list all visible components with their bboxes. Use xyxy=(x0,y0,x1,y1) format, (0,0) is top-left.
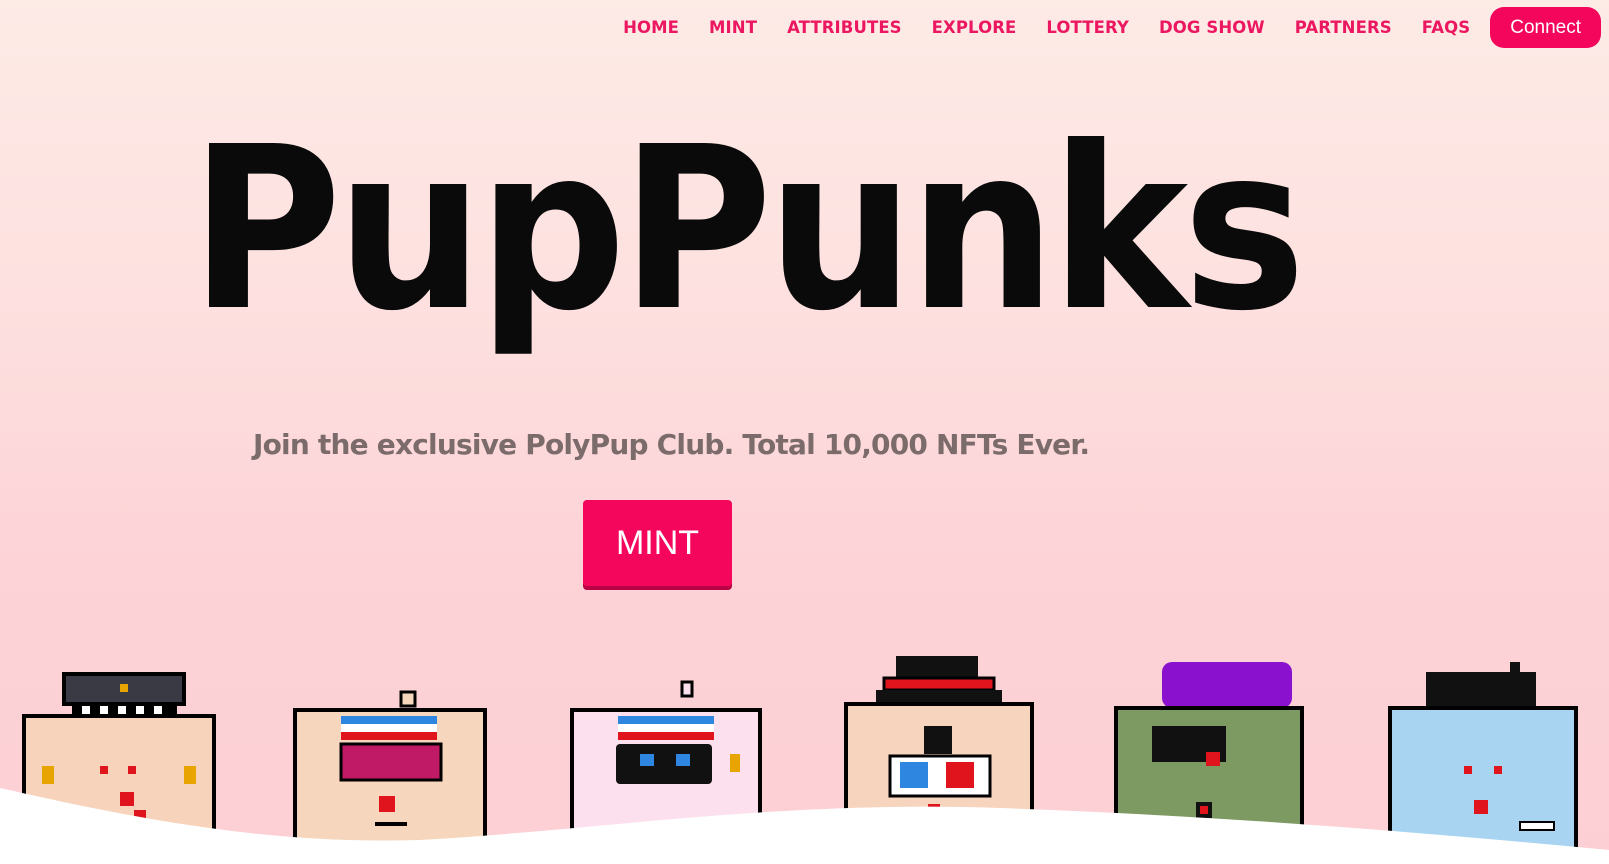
nav-home[interactable]: HOME xyxy=(623,18,679,37)
mint-button[interactable]: MINT xyxy=(583,500,732,586)
nav-mint[interactable]: MINT xyxy=(709,18,757,37)
connect-wallet-button[interactable]: Connect xyxy=(1490,6,1601,48)
nav-explore[interactable]: EXPLORE xyxy=(932,18,1017,37)
pup-blue-spiky xyxy=(1388,662,1578,860)
hero-tagline: Join the exclusive PolyPup Club. Total 1… xyxy=(253,428,1090,461)
nav-lottery[interactable]: LOTTERY xyxy=(1046,18,1129,37)
nav-faqs[interactable]: FAQS xyxy=(1422,18,1470,37)
top-nav: HOME MINT ATTRIBUTES EXPLORE LOTTERY DOG… xyxy=(623,6,1601,48)
nav-attributes[interactable]: ATTRIBUTES xyxy=(787,18,902,37)
ground-wave xyxy=(0,788,1609,864)
pup-gallery xyxy=(0,656,1609,864)
nav-partners[interactable]: PARTNERS xyxy=(1295,18,1392,37)
nav-dog-show[interactable]: DOG SHOW xyxy=(1159,18,1265,37)
hero-title: PupPunks xyxy=(190,99,1306,361)
